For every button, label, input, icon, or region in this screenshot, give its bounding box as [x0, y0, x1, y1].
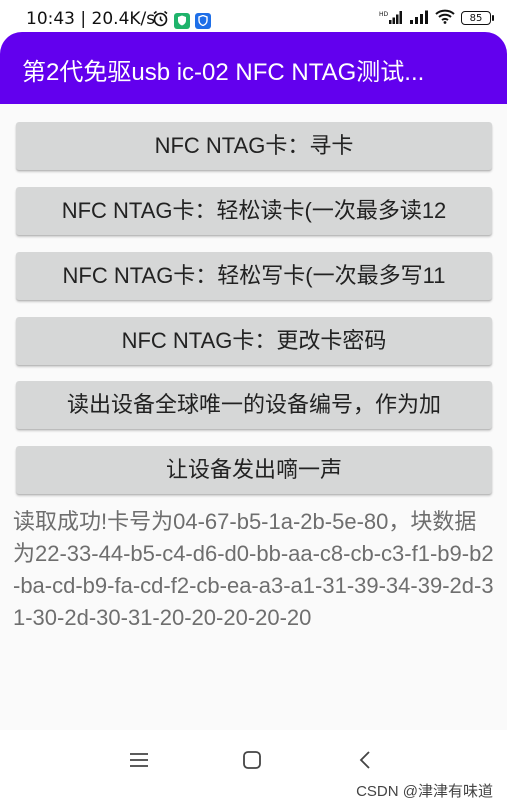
- status-time: 10:43 | 20.4K/s: [26, 9, 155, 29]
- read-device-id-button[interactable]: 读出设备全球唯一的设备编号，作为加: [16, 381, 492, 429]
- find-card-button-label: NFC NTAG卡：寻卡: [154, 133, 354, 158]
- battery-indicator: 85: [461, 11, 494, 25]
- app-title: 第2代免驱usb ic-02 NFC NTAG测试...: [22, 59, 425, 86]
- shield-app-icon: [174, 12, 190, 29]
- wifi-icon: [435, 9, 455, 27]
- clock-time: 10:43: [26, 9, 75, 29]
- find-card-button[interactable]: NFC NTAG卡：寻卡: [16, 122, 492, 170]
- security-app-icon: [195, 12, 211, 29]
- back-nav-button[interactable]: [345, 748, 385, 776]
- read-card-button-label: NFC NTAG卡：轻松读卡(一次最多读12: [61, 198, 447, 223]
- read-card-button[interactable]: NFC NTAG卡：轻松读卡(一次最多读12: [16, 187, 492, 235]
- network-speed: 20.4K/s: [91, 9, 156, 29]
- separator: |: [80, 9, 92, 29]
- home-icon: [242, 750, 262, 774]
- menu-icon: [129, 752, 149, 772]
- menu-nav-button[interactable]: [119, 748, 159, 776]
- app-bar: 第2代免驱usb ic-02 NFC NTAG测试...: [0, 32, 507, 104]
- beep-button-label: 让设备发出嘀一声: [165, 457, 342, 482]
- navigation-bar: CSDN @津津有味道: [0, 730, 507, 809]
- signal-hd-icon: HD: [379, 10, 403, 27]
- alarm-icon: [152, 10, 169, 31]
- result-text: 读取成功!卡号为04-67-b5-1a-2b-5e-80，块数据为22-33-4…: [13, 509, 494, 630]
- change-password-button[interactable]: NFC NTAG卡：更改卡密码: [16, 317, 492, 365]
- signal-icon: [409, 10, 429, 27]
- watermark: CSDN @津津有味道: [356, 783, 493, 800]
- write-card-button[interactable]: NFC NTAG卡：轻松写卡(一次最多写11: [16, 252, 492, 300]
- main-content: NFC NTAG卡：寻卡 NFC NTAG卡：轻松读卡(一次最多读12 NFC …: [0, 104, 507, 730]
- home-nav-button[interactable]: [232, 748, 272, 776]
- write-card-button-label: NFC NTAG卡：轻松写卡(一次最多写11: [62, 263, 446, 288]
- status-left-icons: [152, 10, 211, 31]
- svg-text:HD: HD: [379, 11, 389, 18]
- status-right-icons: HD 85: [379, 9, 494, 27]
- read-device-id-button-label: 读出设备全球唯一的设备编号，作为加: [66, 392, 441, 417]
- back-chevron-icon: [358, 750, 372, 774]
- change-password-button-label: NFC NTAG卡：更改卡密码: [121, 328, 387, 353]
- beep-button[interactable]: 让设备发出嘀一声: [16, 446, 492, 494]
